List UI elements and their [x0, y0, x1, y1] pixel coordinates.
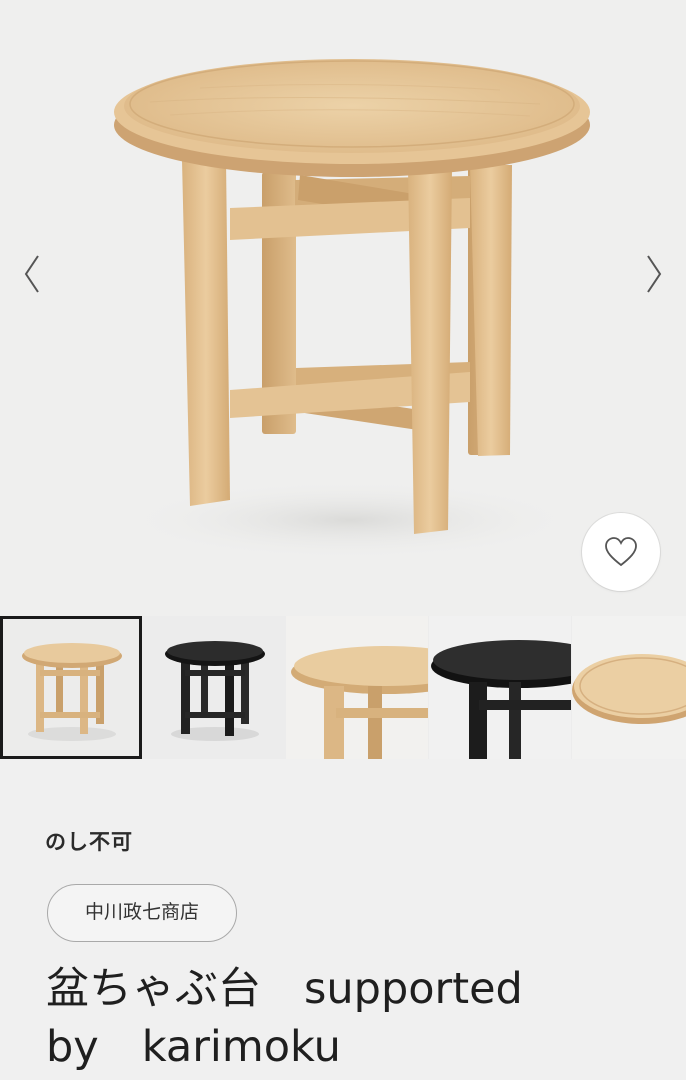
- product-image-gallery: [0, 0, 686, 616]
- product-title: 盆ちゃぶ台 supported by karimoku: [46, 964, 523, 1072]
- thumb-tray-top[interactable]: [572, 616, 686, 759]
- chevron-right-icon: [647, 255, 662, 293]
- thumb-black-closeup[interactable]: [429, 616, 571, 759]
- thumb-natural-closeup[interactable]: [286, 616, 428, 759]
- shop-tag-button[interactable]: 中川政七商店: [47, 884, 237, 942]
- noshi-label: のし不可: [45, 830, 133, 854]
- chevron-left-icon: [24, 255, 39, 293]
- product-photo-table: [114, 59, 590, 560]
- thumbnail-strip: [0, 616, 686, 759]
- favorite-button[interactable]: [582, 513, 660, 591]
- gallery-prev-button[interactable]: [18, 252, 46, 296]
- thumb-black-table[interactable]: [143, 616, 285, 759]
- heart-outline-icon: [605, 537, 637, 567]
- thumb-natural-table[interactable]: [0, 616, 142, 759]
- gallery-next-button[interactable]: [640, 252, 668, 296]
